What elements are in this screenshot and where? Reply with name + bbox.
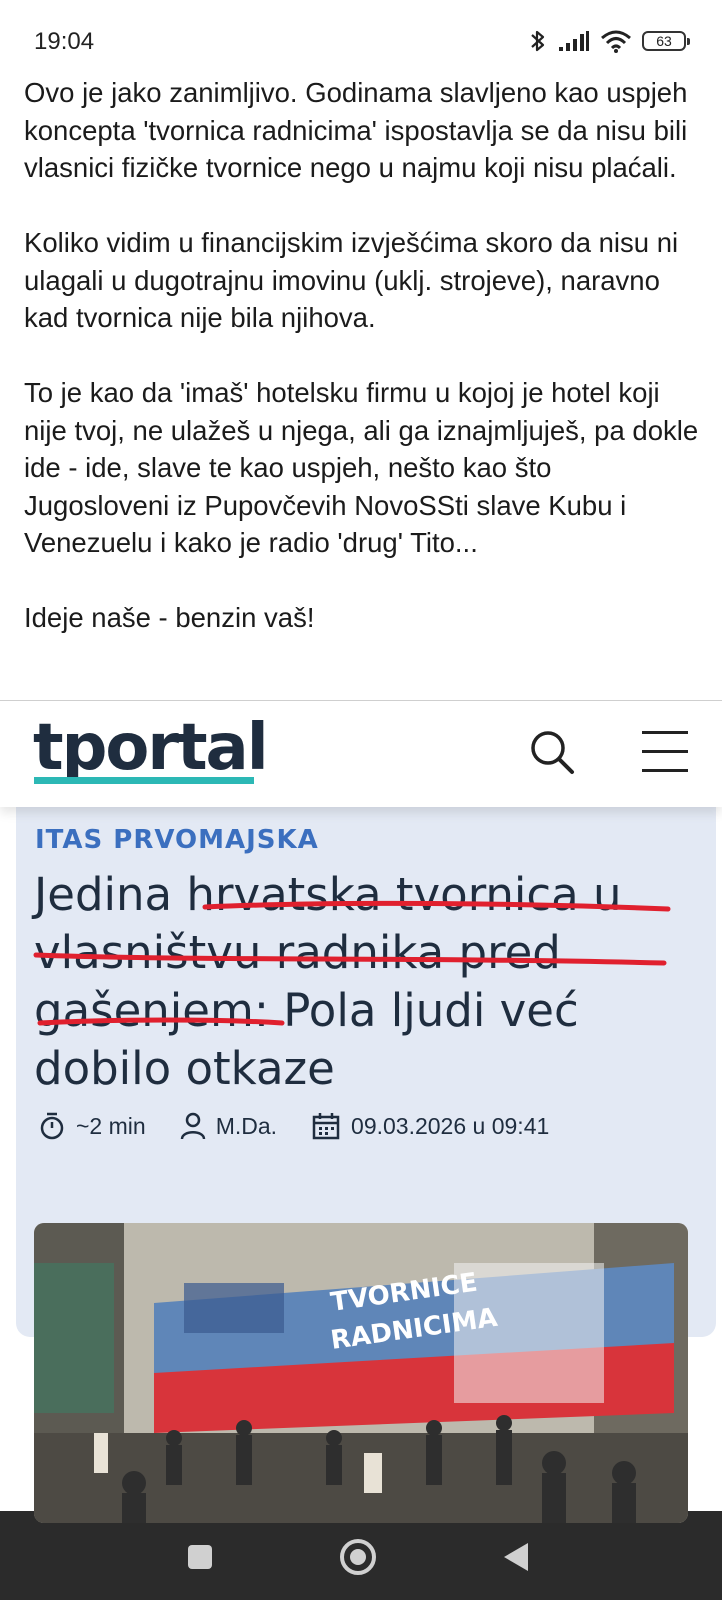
post-text: Ovo je jako zanimljivo. Godinama slavlje… bbox=[24, 74, 704, 637]
back-icon[interactable] bbox=[502, 1541, 530, 1573]
wifi-icon bbox=[601, 30, 631, 53]
read-time-value: ~2 min bbox=[76, 1112, 146, 1139]
post-paragraph: Ideje naše - benzin vaš! bbox=[24, 602, 315, 633]
post-paragraph: Ovo je jako zanimljivo. Godinama slavlje… bbox=[24, 77, 688, 183]
home-icon[interactable] bbox=[338, 1537, 378, 1577]
status-bar: 19:04 63 bbox=[0, 0, 722, 80]
stopwatch-icon bbox=[40, 1112, 64, 1140]
recent-apps-icon[interactable] bbox=[186, 1543, 214, 1571]
signal-icon bbox=[559, 31, 589, 51]
battery-icon: 63 bbox=[642, 31, 690, 51]
author[interactable]: M.Da. bbox=[180, 1111, 277, 1141]
article-category[interactable]: ITAS PRVOMAJSKA bbox=[35, 825, 319, 855]
post-paragraph: To je kao da 'imaš' hotelsku firmu u koj… bbox=[24, 377, 699, 558]
system-nav-bar bbox=[0, 1511, 722, 1600]
read-time: ~2 min bbox=[38, 1111, 146, 1141]
site-header: tportal bbox=[0, 701, 722, 807]
publish-date-value: 09.03.2026 u 09:41 bbox=[351, 1112, 550, 1139]
site-logo[interactable]: tportal bbox=[33, 711, 269, 785]
status-icons: 63 bbox=[528, 28, 690, 54]
publish-date: 09.03.2026 u 09:41 bbox=[311, 1111, 549, 1141]
hamburger-icon bbox=[642, 731, 688, 734]
factory-mural-photo: TVORNICE RADNICIMA bbox=[34, 1223, 688, 1523]
author-name: M.Da. bbox=[215, 1112, 278, 1139]
bluetooth-icon bbox=[531, 30, 545, 52]
article-image[interactable]: TVORNICE RADNICIMA bbox=[34, 1223, 688, 1523]
shared-article-card[interactable]: tportal ITAS PRVOMAJSKA Jedina hrvatska … bbox=[0, 700, 722, 1601]
status-time: 19:04 bbox=[34, 28, 95, 55]
logo-underline bbox=[34, 777, 254, 784]
search-button[interactable] bbox=[526, 727, 580, 781]
post-paragraph: Koliko vidim u financijskim izvješćima s… bbox=[24, 227, 679, 333]
battery-level: 63 bbox=[656, 33, 672, 49]
search-icon bbox=[531, 731, 574, 774]
user-icon bbox=[180, 1112, 205, 1140]
article-headline[interactable]: Jedina hrvatska tvornica u vlasništvu ra… bbox=[34, 866, 694, 1098]
menu-button[interactable] bbox=[640, 731, 690, 775]
calendar-icon bbox=[312, 1113, 340, 1140]
article-meta: ~2 min M.Da. 09.03.2026 u 09:41 bbox=[38, 1111, 583, 1141]
